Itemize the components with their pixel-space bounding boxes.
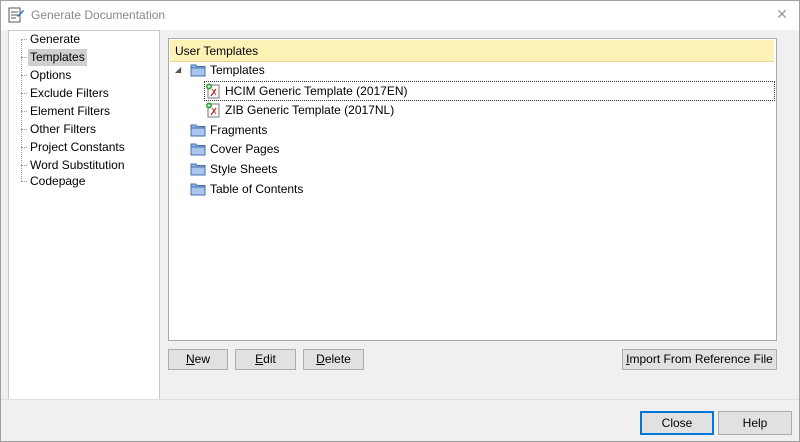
nav-item-templates[interactable]: Templates xyxy=(28,49,87,66)
tree-header-label: User Templates xyxy=(175,44,259,58)
tree-folder-templates[interactable]: Templates xyxy=(190,61,390,79)
template-label: ZIB Generic Template (2017NL) xyxy=(225,103,395,117)
template-document-icon xyxy=(206,102,220,118)
edit-label: dit xyxy=(263,352,276,366)
tree-template-zib[interactable]: ZIB Generic Template (2017NL) xyxy=(205,101,505,119)
folder-label: Table of Contents xyxy=(210,182,304,196)
generate-doc-icon xyxy=(8,7,24,23)
nav-item-other-filters[interactable]: Other Filters xyxy=(28,121,98,138)
help-button[interactable]: Help xyxy=(718,411,792,435)
nav-item-project-constants[interactable]: Project Constants xyxy=(28,139,127,156)
new-button[interactable]: New xyxy=(168,349,228,370)
tree-connector xyxy=(21,75,27,76)
folder-label: Fragments xyxy=(210,123,268,137)
edit-button[interactable]: Edit xyxy=(235,349,296,370)
tree-connector xyxy=(21,147,27,148)
folder-label: Templates xyxy=(210,63,265,77)
nav-item-exclude-filters[interactable]: Exclude Filters xyxy=(28,85,111,102)
close-button[interactable]: Close xyxy=(640,411,714,435)
folder-icon xyxy=(190,143,206,156)
tree-connector xyxy=(21,93,27,94)
delete-button[interactable]: Delete xyxy=(303,349,364,370)
folder-icon xyxy=(190,183,206,196)
new-label: ew xyxy=(194,352,210,366)
edit-mnemonic: E xyxy=(255,352,264,366)
folder-label: Cover Pages xyxy=(210,142,280,156)
delete-mnemonic: D xyxy=(316,352,325,366)
nav-item-options[interactable]: Options xyxy=(28,67,73,84)
generate-documentation-dialog: Generate Documentation ✕ Generate Templa… xyxy=(0,0,800,442)
folder-icon xyxy=(190,64,206,77)
import-label: mport From Reference File xyxy=(629,352,773,366)
tree-folder-fragments[interactable]: Fragments xyxy=(190,121,390,139)
nav-item-codepage[interactable]: Codepage xyxy=(28,173,87,190)
template-document-icon xyxy=(206,83,220,99)
tree-template-hcim[interactable]: HCIM Generic Template (2017EN) xyxy=(204,81,775,101)
tree-connector xyxy=(21,57,27,58)
tree-folder-table-of-contents[interactable]: Table of Contents xyxy=(190,180,390,198)
delete-label: elete xyxy=(324,352,351,366)
options-nav-tree: Generate Templates Options Exclude Filte… xyxy=(8,30,160,400)
folder-label: Style Sheets xyxy=(210,162,278,176)
template-label: HCIM Generic Template (2017EN) xyxy=(225,84,408,98)
tree-connector xyxy=(21,111,27,112)
new-mnemonic: N xyxy=(185,352,195,366)
close-icon[interactable]: ✕ xyxy=(773,5,791,23)
collapse-arrow-icon[interactable]: ◢ xyxy=(175,65,181,74)
folder-icon xyxy=(190,163,206,176)
nav-item-word-substitution[interactable]: Word Substitution xyxy=(28,157,127,174)
tree-connector xyxy=(21,39,22,181)
tree-connector xyxy=(21,165,27,166)
folder-icon xyxy=(190,124,206,137)
nav-item-generate[interactable]: Generate xyxy=(28,31,82,48)
templates-tree-panel: User Templates ◢ Templates HCIM Generic … xyxy=(168,38,777,341)
tree-folder-style-sheets[interactable]: Style Sheets xyxy=(190,160,390,178)
tree-connector xyxy=(21,129,27,130)
title-bar: Generate Documentation ✕ xyxy=(1,1,799,30)
window-title: Generate Documentation xyxy=(31,8,166,22)
tree-connector xyxy=(21,39,27,40)
tree-folder-cover-pages[interactable]: Cover Pages xyxy=(190,140,390,158)
nav-item-element-filters[interactable]: Element Filters xyxy=(28,103,112,120)
tree-header: User Templates xyxy=(170,40,774,62)
tree-connector xyxy=(21,181,27,182)
import-from-reference-file-button[interactable]: Import From Reference File xyxy=(622,349,777,370)
